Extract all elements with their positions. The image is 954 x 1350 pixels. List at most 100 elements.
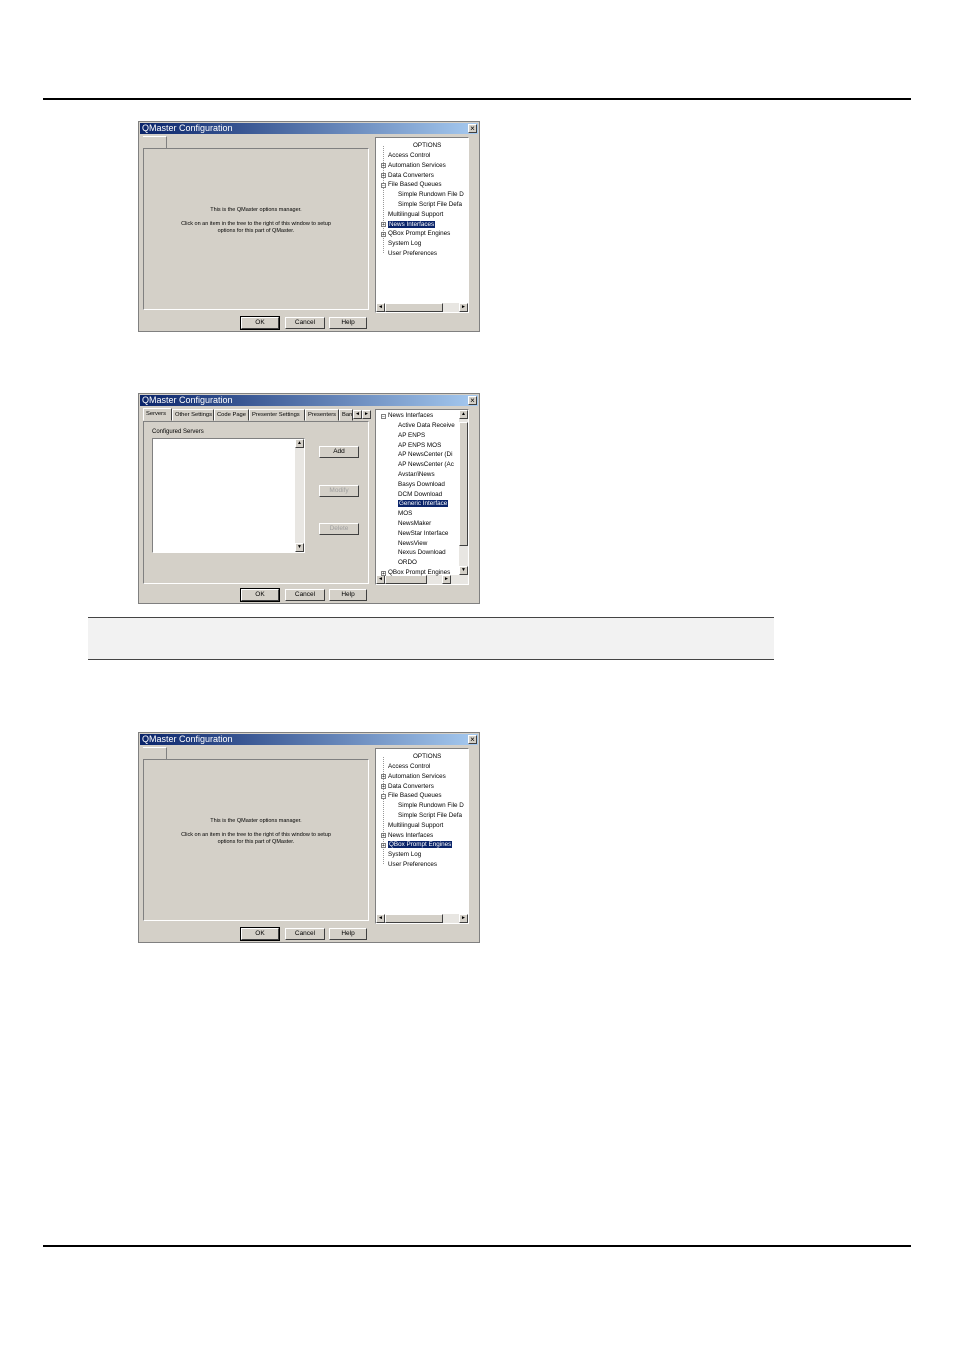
tree-item-file-based-queues[interactable]: File Based Queues: [388, 792, 442, 800]
tree-vertical-scrollbar[interactable]: ▲ ▼: [459, 410, 468, 575]
scroll-left-icon[interactable]: ◄: [376, 914, 385, 923]
expand-icon[interactable]: +: [381, 173, 386, 179]
tree-item-generic-interface[interactable]: Generic Interface: [398, 500, 449, 508]
expand-icon[interactable]: +: [381, 570, 386, 576]
help-button[interactable]: Help: [329, 317, 367, 329]
tree-item-simple-script-file-defa[interactable]: Simple Script File Defa: [398, 201, 462, 209]
tree-item-system-log[interactable]: System Log: [388, 851, 421, 859]
tab-scroll-right-icon[interactable]: ►: [362, 410, 371, 419]
tree-item-automation-services[interactable]: Automation Services: [388, 773, 446, 781]
tree-item-dcm-download[interactable]: DCM Download: [398, 491, 442, 499]
tree-item-ordo[interactable]: ORDO: [398, 559, 417, 567]
collapse-icon[interactable]: −: [381, 793, 386, 799]
options-tree[interactable]: ◄ ► OPTIONS Access Control + Automation Ser…: [375, 137, 469, 313]
tree-item-label: QBox Prompt Engines: [388, 841, 453, 849]
close-icon[interactable]: ×: [468, 124, 477, 133]
modify-button[interactable]: Modify: [319, 485, 359, 497]
tree-item-news-interfaces[interactable]: News Interfaces: [388, 412, 433, 420]
tab-banu[interactable]: Banu: [339, 409, 353, 421]
expand-icon[interactable]: +: [381, 774, 386, 780]
tree-item-nexus-download[interactable]: Nexus Download: [398, 549, 446, 557]
expand-icon[interactable]: +: [381, 222, 386, 228]
tree-item-news-interfaces[interactable]: News Interfaces: [388, 832, 433, 840]
tree-item-news-interfaces[interactable]: News Interfaces: [388, 220, 436, 229]
scroll-right-icon[interactable]: ►: [459, 303, 468, 312]
tree-scroll-up-icon[interactable]: ▲: [459, 410, 468, 419]
collapse-icon[interactable]: −: [381, 413, 386, 419]
tree-item-active-data-receive[interactable]: Active Data Receive: [398, 422, 455, 430]
scroll-down-icon[interactable]: ▼: [295, 543, 304, 552]
cancel-button[interactable]: Cancel: [285, 317, 325, 329]
options-tree[interactable]: ▲ ▼ ◄ ► − News Interfaces Active Data Rece…: [375, 409, 469, 585]
options-tree[interactable]: ◄ ► OPTIONS Access Control + Automation Ser…: [375, 748, 469, 924]
tree-item-ap-newscenter-ac[interactable]: AP NewsCenter (Ac: [398, 461, 454, 469]
tree-item-qbox-prompt-engines[interactable]: QBox Prompt Engines: [388, 230, 450, 238]
tree-item-mos[interactable]: MOS: [398, 510, 412, 518]
tree-item-system-log[interactable]: System Log: [388, 240, 421, 248]
cancel-button[interactable]: Cancel: [285, 589, 325, 601]
tree-root-label[interactable]: OPTIONS: [413, 753, 441, 761]
scroll-up-icon[interactable]: ▲: [295, 439, 304, 448]
ok-button[interactable]: OK: [240, 927, 280, 941]
expand-icon[interactable]: +: [381, 231, 386, 237]
expand-icon[interactable]: +: [381, 833, 386, 839]
tree-item-simple-script-file-defa[interactable]: Simple Script File Defa: [398, 812, 462, 820]
tree-item-multilingual-support[interactable]: Multilingual Support: [388, 211, 443, 219]
tree-item-access-control[interactable]: Access Control: [388, 763, 430, 771]
title-bar[interactable]: QMaster Configuration ×: [140, 123, 478, 134]
tree-item-newsmaker[interactable]: NewsMaker: [398, 520, 431, 528]
tree-item-simple-rundown-file-d[interactable]: Simple Rundown File D: [398, 802, 464, 810]
tab-scroll-left-icon[interactable]: ◄: [353, 410, 362, 419]
tree-item-ap-newscenter-di[interactable]: AP NewsCenter (Di: [398, 451, 452, 459]
tree-item-user-preferences[interactable]: User Preferences: [388, 250, 437, 258]
help-button[interactable]: Help: [329, 589, 367, 601]
tree-item-avstar-inews[interactable]: Avstar/iNews: [398, 471, 435, 479]
close-icon[interactable]: ×: [468, 735, 477, 744]
tree-item-ap-enps-mos[interactable]: AP ENPS MOS: [398, 442, 441, 450]
ok-button[interactable]: OK: [240, 316, 280, 330]
title-bar[interactable]: QMaster Configuration ×: [140, 734, 478, 745]
horizontal-scrollbar[interactable]: ◄ ►: [376, 914, 468, 923]
expand-icon[interactable]: +: [381, 842, 386, 848]
tree-item-data-converters[interactable]: Data Converters: [388, 172, 434, 180]
tree-item-basys-download[interactable]: Basys Download: [398, 481, 445, 489]
tab-servers[interactable]: Servers: [143, 408, 172, 421]
tree-item-qbox-prompt-engines[interactable]: QBox Prompt Engines: [388, 569, 450, 577]
tab-presenters[interactable]: Presenters: [305, 409, 339, 421]
tree-item-qbox-prompt-engines[interactable]: QBox Prompt Engines: [388, 841, 453, 849]
tree-item-data-converters[interactable]: Data Converters: [388, 783, 434, 791]
collapse-icon[interactable]: −: [381, 182, 386, 188]
add-button[interactable]: Add: [319, 446, 359, 458]
ok-button[interactable]: OK: [240, 588, 280, 602]
tree-root-label[interactable]: OPTIONS: [413, 142, 441, 150]
configured-servers-list[interactable]: ▲ ▼: [152, 438, 305, 553]
tree-item-simple-rundown-file-d[interactable]: Simple Rundown File D: [398, 191, 464, 199]
cancel-button[interactable]: Cancel: [285, 928, 325, 940]
scroll-thumb[interactable]: [385, 914, 443, 923]
scroll-left-icon[interactable]: ◄: [376, 303, 385, 312]
close-icon[interactable]: ×: [468, 396, 477, 405]
horizontal-scrollbar[interactable]: ◄ ►: [376, 303, 468, 312]
tree-item-access-control[interactable]: Access Control: [388, 152, 430, 160]
delete-button[interactable]: Delete: [319, 523, 359, 535]
tree-item-user-preferences[interactable]: User Preferences: [388, 861, 437, 869]
tree-item-newstar-interface[interactable]: NewStar Interface: [398, 530, 448, 538]
scroll-thumb[interactable]: [385, 303, 443, 312]
tab-presenter-settings[interactable]: Presenter Settings: [249, 409, 305, 421]
tree-item-label: Automation Services: [388, 772, 446, 780]
scroll-right-icon[interactable]: ►: [459, 914, 468, 923]
tab-code-page[interactable]: Code Page: [214, 409, 249, 421]
vertical-scrollbar[interactable]: ▲ ▼: [295, 439, 304, 552]
expand-icon[interactable]: +: [381, 163, 386, 169]
tree-scroll-thumb[interactable]: [459, 422, 468, 546]
tree-item-automation-services[interactable]: Automation Services: [388, 162, 446, 170]
tree-item-newsview[interactable]: NewsView: [398, 540, 427, 548]
title-bar[interactable]: QMaster Configuration ×: [140, 395, 478, 406]
tree-item-ap-enps[interactable]: AP ENPS: [398, 432, 425, 440]
tree-item-file-based-queues[interactable]: File Based Queues: [388, 181, 442, 189]
help-button[interactable]: Help: [329, 928, 367, 940]
tree-scroll-down-icon[interactable]: ▼: [459, 566, 468, 575]
tab-other-settings[interactable]: Other Settings: [172, 409, 214, 421]
tree-item-multilingual-support[interactable]: Multilingual Support: [388, 822, 443, 830]
expand-icon[interactable]: +: [381, 784, 386, 790]
